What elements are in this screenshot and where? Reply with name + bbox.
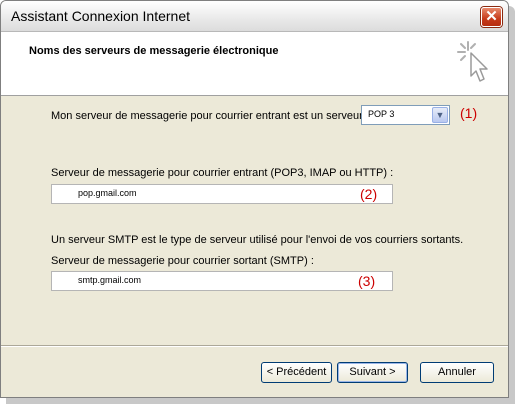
wizard-header: Noms des serveurs de messagerie électron… <box>1 32 508 96</box>
title-bar[interactable]: Assistant Connexion Internet ✕ <box>1 1 508 32</box>
footer-divider <box>1 345 508 347</box>
incoming-type-label: Mon serveur de messagerie pour courrier … <box>51 110 363 122</box>
smtp-info-text: Un serveur SMTP est le type de serveur u… <box>51 234 464 246</box>
wizard-cursor-icon <box>457 41 488 82</box>
incoming-type-select[interactable]: POP 3 ▼ <box>361 105 450 125</box>
annotation-2: (2) <box>360 186 378 202</box>
incoming-server-label: Serveur de messagerie pour courrier entr… <box>51 167 394 179</box>
window-title: Assistant Connexion Internet <box>11 8 190 24</box>
close-icon: ✕ <box>485 8 498 25</box>
outgoing-server-field[interactable]: smtp.gmail.com <box>51 271 393 291</box>
annotation-3: (3) <box>358 273 376 289</box>
back-button[interactable]: < Précédent <box>261 362 332 383</box>
outgoing-server-label: Serveur de messagerie pour courrier sort… <box>51 255 314 267</box>
chevron-down-icon[interactable]: ▼ <box>432 107 448 123</box>
next-button[interactable]: Suivant > <box>337 362 408 383</box>
incoming-type-value: POP 3 <box>368 109 395 119</box>
page-title: Noms des serveurs de messagerie électron… <box>29 45 279 57</box>
cancel-button[interactable]: Annuler <box>420 362 494 383</box>
annotation-1: (1) <box>460 105 478 121</box>
wizard-window: Assistant Connexion Internet ✕ Noms des … <box>0 0 509 398</box>
close-button[interactable]: ✕ <box>481 7 502 27</box>
incoming-server-field[interactable]: pop.gmail.com <box>51 184 393 204</box>
